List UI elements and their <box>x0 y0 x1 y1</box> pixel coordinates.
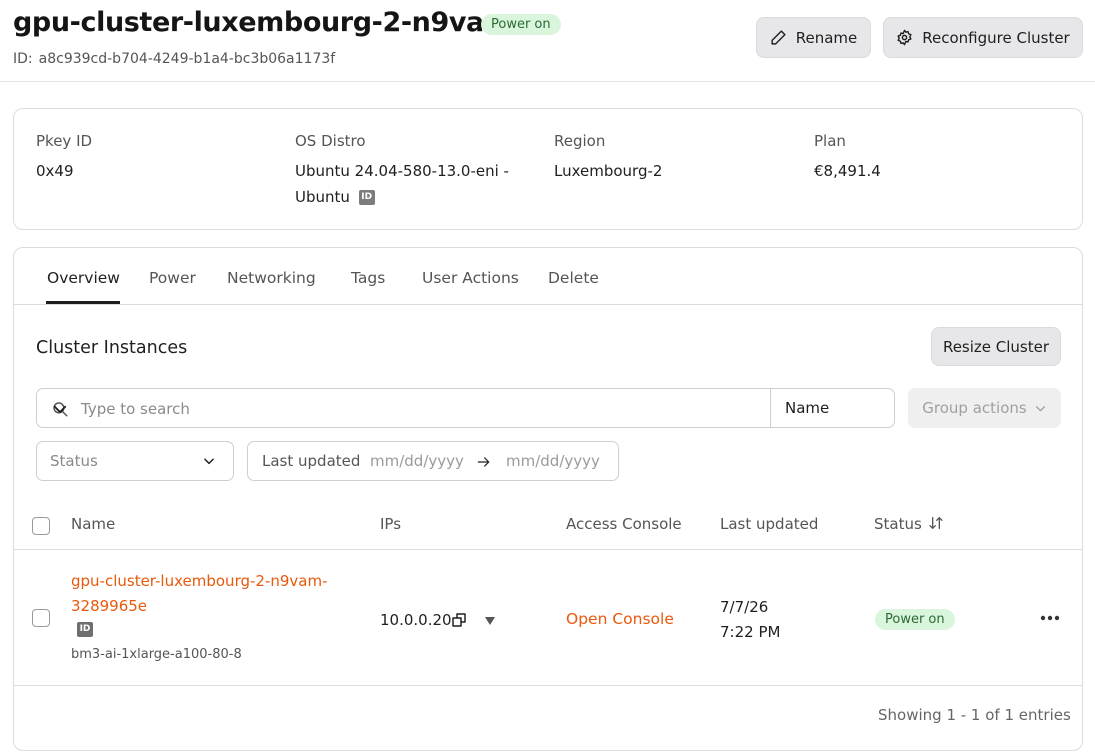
main-card: Overview Power Networking Tags User Acti… <box>13 247 1083 751</box>
pkey-value: 0x49 <box>36 162 74 180</box>
column-status-label: Status <box>874 515 922 533</box>
select-all-checkbox[interactable] <box>32 517 50 535</box>
cluster-id-value: a8c939cd-b704-4249-b1a4-bc3b06a1173f <box>38 51 336 67</box>
caret-down-icon[interactable] <box>484 616 496 626</box>
region-value: Luxembourg-2 <box>554 162 663 180</box>
group-actions-label: Group actions <box>922 399 1027 417</box>
more-options-icon[interactable] <box>1039 611 1061 625</box>
date-from-input[interactable]: mm/dd/yyyy <box>370 452 464 470</box>
pkey-field: Pkey ID 0x49 <box>36 132 92 184</box>
chevron-down-icon <box>1035 405 1045 411</box>
os-distro-line1: Ubuntu 24.04-580-13.0-eni - <box>295 162 509 180</box>
arrow-right-icon <box>477 457 490 467</box>
row-checkbox[interactable] <box>32 609 50 627</box>
search-field-select[interactable]: Name <box>785 399 829 417</box>
resize-cluster-button[interactable]: Resize Cluster <box>931 327 1061 366</box>
rename-label: Rename <box>795 28 858 47</box>
date-to-input[interactable]: mm/dd/yyyy <box>506 452 600 470</box>
reconfigure-label: Reconfigure Cluster <box>922 28 1070 47</box>
plan-field: Plan €8,491.4 <box>814 132 881 184</box>
status-filter-select[interactable]: Status <box>36 441 234 481</box>
column-ips[interactable]: IPs <box>380 515 401 533</box>
plan-value: €8,491.4 <box>814 162 881 180</box>
tab-overview[interactable]: Overview <box>47 269 120 287</box>
updated-date: 7/7/26 <box>720 598 769 616</box>
cluster-id-label: ID: <box>13 51 33 67</box>
column-access-console[interactable]: Access Console <box>566 515 682 533</box>
tab-bar: Overview Power Networking Tags User Acti… <box>14 248 1082 305</box>
column-name[interactable]: Name <box>71 515 115 533</box>
sort-icon[interactable] <box>927 515 945 531</box>
pagination-summary: Showing 1 - 1 of 1 entries <box>878 706 1071 724</box>
page-header: gpu-cluster-luxembourg-2-n9vam Power on … <box>0 0 1095 82</box>
page-title: gpu-cluster-luxembourg-2-n9vam <box>13 7 512 38</box>
status-filter-placeholder: Status <box>50 452 98 470</box>
status-badge: Power on <box>875 609 955 630</box>
tab-tags[interactable]: Tags <box>351 269 385 287</box>
pkey-label: Pkey ID <box>36 132 93 150</box>
reconfigure-cluster-button[interactable]: Reconfigure Cluster <box>883 17 1083 58</box>
cluster-info-card: Pkey ID 0x49 OS Distro Ubuntu 24.04-580-… <box>13 108 1083 230</box>
pencil-icon <box>771 30 786 45</box>
tab-user-actions[interactable]: User Actions <box>422 269 519 287</box>
column-last-updated[interactable]: Last updated <box>720 515 818 533</box>
tab-delete[interactable]: Delete <box>548 269 599 287</box>
status-badge: Power on <box>481 14 561 35</box>
group-actions-button[interactable]: Group actions <box>908 388 1061 428</box>
resize-cluster-label: Resize Cluster <box>942 337 1050 356</box>
active-tab-indicator <box>46 301 120 304</box>
section-title: Cluster Instances <box>36 338 188 358</box>
chevron-down-icon <box>204 458 214 465</box>
gear-icon <box>897 29 912 46</box>
instance-name-link[interactable]: gpu-cluster-luxembourg-2-n9vam-3289965e <box>71 569 341 619</box>
tab-power[interactable]: Power <box>149 269 196 287</box>
rename-button[interactable]: Rename <box>756 17 871 58</box>
table-row: gpu-cluster-luxembourg-2-n9vam-3289965e … <box>14 551 1082 686</box>
chevron-down-icon[interactable] <box>51 400 69 418</box>
copy-icon[interactable] <box>451 612 467 628</box>
search-input[interactable] <box>81 397 761 421</box>
column-status[interactable]: Status <box>874 515 945 533</box>
updated-time: 7:22 PM <box>720 623 781 641</box>
instance-last-updated: 7/7/26 7:22 PM <box>720 595 780 645</box>
region-label: Region <box>554 132 606 150</box>
tab-networking[interactable]: Networking <box>227 269 316 287</box>
cluster-id: ID: a8c939cd-b704-4249-b1a4-bc3b06a1173f <box>13 51 335 67</box>
instance-ip: 10.0.0.20 <box>380 611 452 629</box>
date-filter-label: Last updated <box>262 452 361 470</box>
id-chip-icon[interactable]: ID <box>358 190 375 205</box>
instance-plan: bm3-ai-1xlarge-a100-80-8 <box>71 647 242 662</box>
search-divider <box>770 389 771 427</box>
id-chip-icon[interactable]: ID <box>77 622 93 637</box>
table-header: Name IPs Access Console Last updated Sta… <box>14 503 1082 550</box>
plan-label: Plan <box>814 132 846 150</box>
os-distro-line2: Ubuntu <box>295 188 350 206</box>
search-bar: Name <box>36 388 895 428</box>
open-console-link[interactable]: Open Console <box>566 610 674 628</box>
region-field: Region Luxembourg-2 <box>554 132 662 184</box>
os-distro-label: OS Distro <box>295 132 366 150</box>
date-range-filter: Last updated mm/dd/yyyy mm/dd/yyyy <box>247 441 619 481</box>
os-distro-field: OS Distro Ubuntu 24.04-580-13.0-eni - Ub… <box>295 132 509 210</box>
os-distro-value: Ubuntu 24.04-580-13.0-eni - Ubuntu ID <box>295 158 509 210</box>
